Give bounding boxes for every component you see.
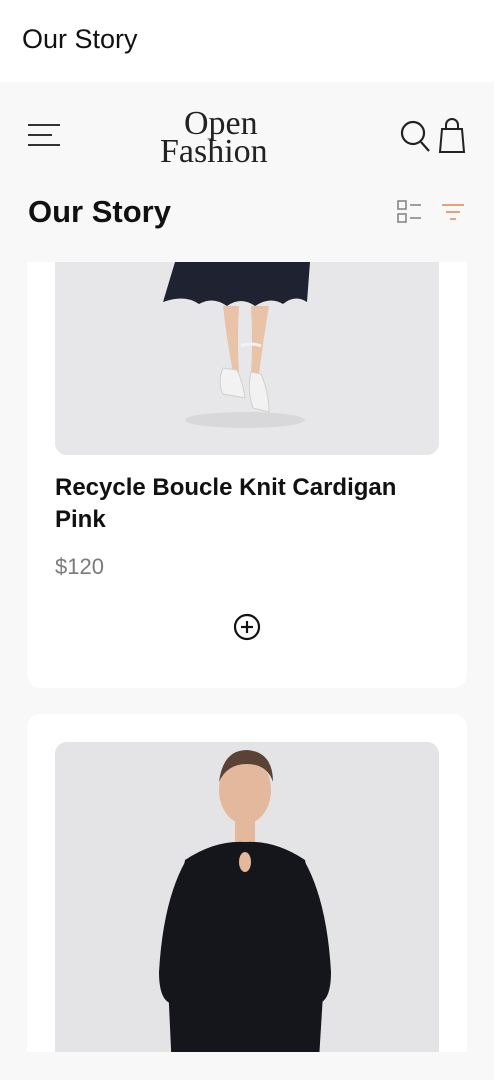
product-name[interactable]: Recycle Boucle Knit Cardigan Pink [55,472,439,536]
product-list[interactable]: Recycle Boucle Knit Cardigan Pink $120 [0,262,494,1052]
logo-line2: Fashion [160,133,268,168]
app-bar-title: Our Story [22,24,138,54]
product-image[interactable] [55,262,439,455]
logo[interactable]: Open Fashion [158,104,308,168]
product-card[interactable]: Recycle Boucle Knit Cardigan Pink $120 [27,262,467,688]
page-title: Our Story [28,194,171,229]
search-icon[interactable] [398,118,432,154]
filter-icon[interactable] [440,200,466,224]
add-circle-icon[interactable] [232,612,262,642]
app-bar: Our Story [0,0,494,82]
shopping-bag-icon[interactable] [436,116,468,154]
list-view-icon[interactable] [396,198,424,226]
product-price: $120 [55,554,104,579]
product-image[interactable] [55,742,439,1052]
product-photo-cardigan [55,262,439,455]
product-photo-dress [55,742,439,1052]
bottom-edge [0,1052,494,1080]
menu-icon[interactable] [26,120,62,150]
product-card[interactable] [27,714,467,1052]
